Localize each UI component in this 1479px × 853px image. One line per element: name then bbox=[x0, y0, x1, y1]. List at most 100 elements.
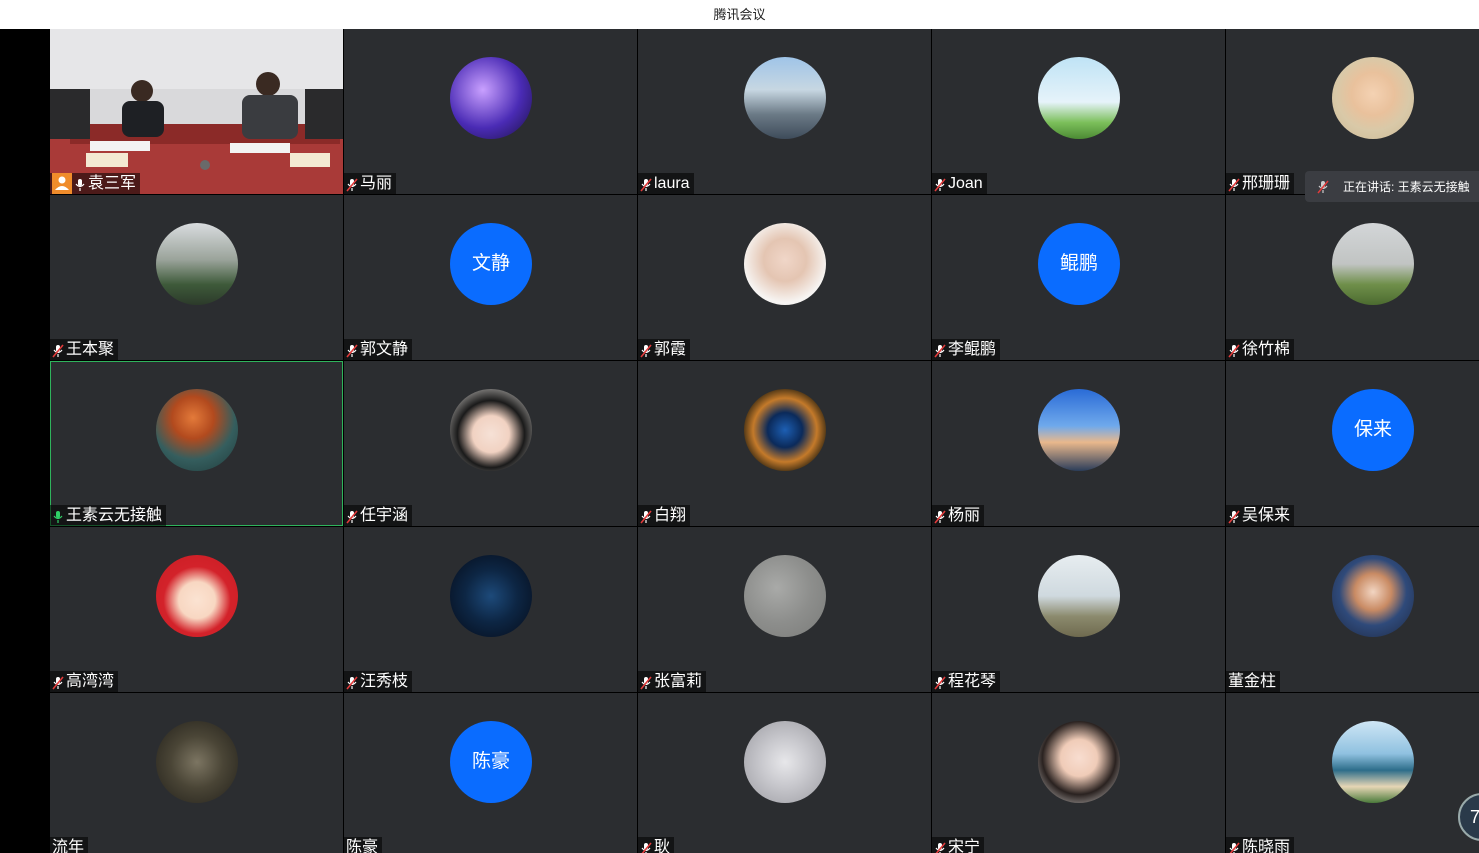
participant-tile[interactable]: laura bbox=[638, 29, 931, 194]
participant-nametag: 王本聚 bbox=[50, 339, 119, 360]
left-sidebar-strip bbox=[0, 29, 50, 853]
profile-avatar bbox=[1038, 57, 1120, 139]
participant-tile[interactable]: 陈豪 陈豪 bbox=[344, 693, 637, 853]
participant-tile[interactable]: 杨丽 bbox=[932, 361, 1225, 526]
participant-nametag: 董金柱 bbox=[1226, 671, 1281, 692]
participant-nametag: 马丽 bbox=[344, 173, 397, 194]
participant-nametag: laura bbox=[638, 173, 694, 194]
participant-tile[interactable]: 程花琴 bbox=[932, 527, 1225, 692]
profile-avatar bbox=[450, 57, 532, 139]
profile-avatar bbox=[1332, 57, 1414, 139]
profile-avatar bbox=[156, 223, 238, 305]
participant-nametag: Joan bbox=[932, 173, 987, 194]
profile-avatar bbox=[450, 389, 532, 471]
participant-tile[interactable]: 马丽 bbox=[344, 29, 637, 194]
window-title: 腾讯会议 bbox=[0, 0, 1479, 29]
participant-tile[interactable]: 耿 bbox=[638, 693, 931, 853]
host-icon bbox=[52, 173, 72, 194]
mic-icon bbox=[52, 509, 64, 523]
participant-nametag: 吴保来 bbox=[1226, 505, 1295, 526]
participant-tile[interactable]: 袁三军 bbox=[50, 29, 343, 194]
participant-tile[interactable]: 鲲鹏李鲲鹏 bbox=[932, 195, 1225, 360]
participant-name: 徐竹棉 bbox=[1242, 341, 1291, 358]
mic-muted-icon bbox=[934, 841, 946, 853]
participant-name: 郭霞 bbox=[654, 341, 687, 358]
mic-icon bbox=[74, 177, 86, 191]
participant-tile[interactable]: 流年 bbox=[50, 693, 343, 853]
profile-avatar bbox=[156, 389, 238, 471]
participant-nametag: 袁三军 bbox=[50, 173, 141, 194]
profile-avatar bbox=[744, 389, 826, 471]
participant-tile[interactable]: 高湾湾 bbox=[50, 527, 343, 692]
participant-name: 吴保来 bbox=[1242, 507, 1291, 524]
participant-nametag: 耿 bbox=[638, 837, 675, 853]
participant-tile[interactable]: 郭霞 bbox=[638, 195, 931, 360]
participant-nametag: 张富莉 bbox=[638, 671, 707, 692]
mic-muted-icon bbox=[640, 509, 652, 524]
participant-tile[interactable]: 白翔 bbox=[638, 361, 931, 526]
participant-name: 郭文静 bbox=[360, 341, 409, 358]
participant-name: 陈晓雨 bbox=[1242, 839, 1291, 853]
participant-nametag: 郭霞 bbox=[638, 339, 691, 360]
participant-nametag: 宋宁 bbox=[932, 837, 985, 853]
participant-tile[interactable]: 董金柱 bbox=[1226, 527, 1479, 692]
participant-tile[interactable]: 汪秀枝 bbox=[344, 527, 637, 692]
participant-name: 流年 bbox=[52, 839, 85, 853]
mic-muted-icon bbox=[640, 343, 652, 358]
participant-name: 高湾湾 bbox=[66, 673, 115, 690]
participant-tile[interactable]: 王本聚 bbox=[50, 195, 343, 360]
mic-muted-icon bbox=[1228, 841, 1240, 853]
participant-name: 宋宁 bbox=[948, 839, 981, 853]
participant-video bbox=[50, 29, 343, 194]
participant-name: 袁三军 bbox=[88, 175, 137, 192]
participant-tile[interactable]: 徐竹棉 bbox=[1226, 195, 1479, 360]
mic-muted-icon bbox=[1228, 343, 1240, 358]
participant-tile[interactable]: 任宇涵 bbox=[344, 361, 637, 526]
participant-name: 李鲲鹏 bbox=[948, 341, 997, 358]
participant-nametag: 郭文静 bbox=[344, 339, 413, 360]
participant-nametag: 陈豪 bbox=[344, 837, 383, 853]
participant-nametag: 徐竹棉 bbox=[1226, 339, 1295, 360]
mic-muted-icon bbox=[52, 675, 64, 690]
profile-avatar bbox=[744, 555, 826, 637]
participant-nametag: 王素云无接触 bbox=[50, 505, 167, 526]
participant-name: laura bbox=[654, 175, 690, 192]
initials-avatar: 保来 bbox=[1332, 389, 1414, 471]
participant-name: 杨丽 bbox=[948, 507, 981, 524]
mic-muted-icon bbox=[1317, 180, 1329, 194]
profile-avatar bbox=[1332, 223, 1414, 305]
speaking-indicator: 正在讲话: 王素云无接触 bbox=[1305, 171, 1479, 202]
profile-avatar bbox=[1038, 555, 1120, 637]
participant-nametag: 邢珊珊 bbox=[1226, 173, 1295, 194]
initials-avatar: 鲲鹏 bbox=[1038, 223, 1120, 305]
participant-nametag: 流年 bbox=[50, 837, 89, 853]
participant-tile[interactable]: 文静郭文静 bbox=[344, 195, 637, 360]
profile-avatar bbox=[1038, 389, 1120, 471]
participant-tile[interactable]: 邢珊珊 bbox=[1226, 29, 1479, 194]
participant-nametag: 白翔 bbox=[638, 505, 691, 526]
participant-name: 耿 bbox=[654, 839, 671, 853]
mic-muted-icon bbox=[346, 675, 358, 690]
speaking-indicator-label: 正在讲话: 王素云无接触 bbox=[1343, 180, 1470, 194]
mic-muted-icon bbox=[934, 343, 946, 358]
profile-avatar bbox=[1332, 721, 1414, 803]
participant-name: 汪秀枝 bbox=[360, 673, 409, 690]
participant-nametag: 陈晓雨 bbox=[1226, 837, 1295, 853]
initials-avatar: 文静 bbox=[450, 223, 532, 305]
participant-tile[interactable]: 王素云无接触 bbox=[50, 361, 343, 526]
participant-tile[interactable]: 陈晓雨 bbox=[1226, 693, 1479, 853]
participant-tile[interactable]: 保来吴保来 bbox=[1226, 361, 1479, 526]
mic-muted-icon bbox=[640, 841, 652, 853]
mic-muted-icon bbox=[640, 675, 652, 690]
mic-muted-icon bbox=[934, 509, 946, 524]
profile-avatar bbox=[156, 555, 238, 637]
participant-tile[interactable]: 张富莉 bbox=[638, 527, 931, 692]
participant-name: 马丽 bbox=[360, 175, 393, 192]
mic-muted-icon bbox=[346, 343, 358, 358]
participant-nametag: 杨丽 bbox=[932, 505, 985, 526]
participant-name: 陈豪 bbox=[346, 839, 379, 853]
mic-muted-icon bbox=[52, 343, 64, 358]
participant-tile[interactable]: Joan bbox=[932, 29, 1225, 194]
participant-name: Joan bbox=[948, 175, 983, 192]
participant-tile[interactable]: 宋宁 bbox=[932, 693, 1225, 853]
